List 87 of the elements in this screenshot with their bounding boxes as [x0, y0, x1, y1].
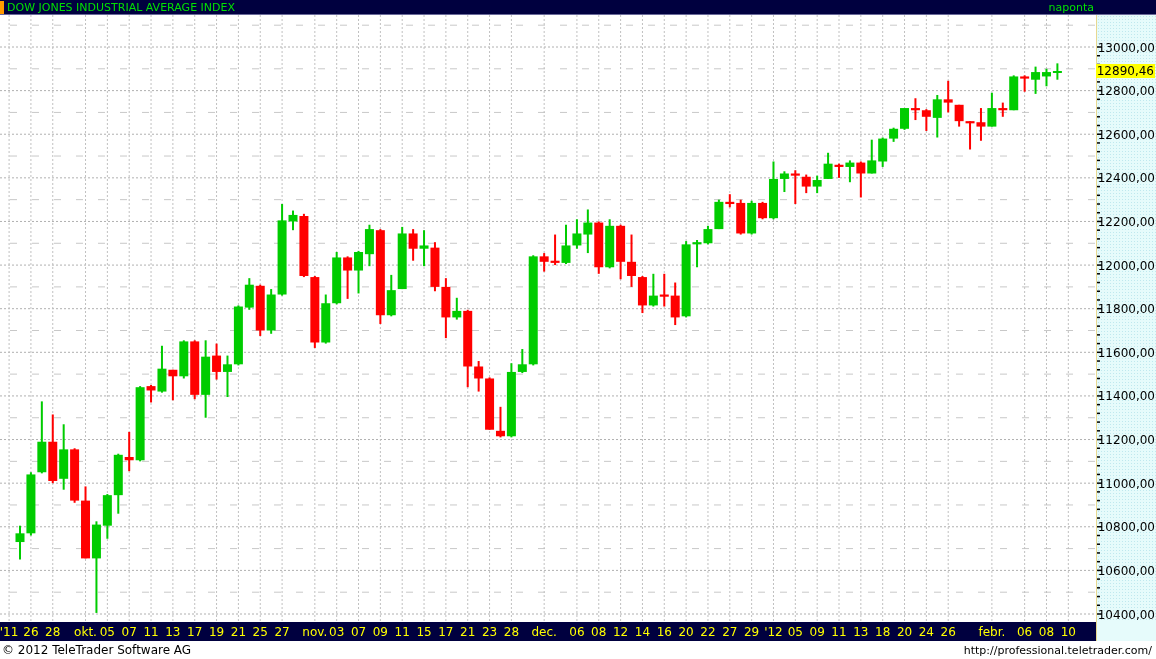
price-label: 11800,00 [1097, 302, 1155, 317]
price-label: 11000,00 [1097, 476, 1155, 491]
date-label: 26 [23, 625, 39, 639]
date-label: 23 [481, 625, 498, 639]
date-label: 24 [918, 625, 934, 639]
price-label: 10400,00 [1097, 607, 1155, 622]
date-label: 11 [143, 625, 159, 639]
date-label: 03 [329, 625, 345, 639]
candlestick [637, 276, 647, 314]
price-label: 13000,00 [1097, 40, 1155, 55]
candlestick [1052, 63, 1062, 80]
date-label: 12 [612, 625, 629, 639]
date-label: 14 [634, 625, 651, 639]
date-label: 20 [678, 625, 694, 639]
candlestick [48, 414, 58, 484]
date-label: 11 [831, 625, 847, 639]
date-label: 13 [165, 625, 181, 639]
date-label: 05 [99, 625, 115, 639]
period-label: naponta [1048, 0, 1094, 14]
chart-title: DOW JONES INDUSTRIAL AVERAGE INDEX [7, 0, 236, 14]
date-label: 06 [569, 625, 585, 639]
date-label: 17 [438, 625, 454, 639]
candlestick [616, 224, 626, 280]
candlestick [867, 139, 877, 174]
date-label: 08 [591, 625, 607, 639]
price-label: 11400,00 [1097, 389, 1155, 404]
date-label: 05 [787, 625, 803, 639]
price-label: 12600,00 [1097, 127, 1155, 142]
date-label: 26 [940, 625, 956, 639]
price-label: 12000,00 [1097, 258, 1155, 273]
date-label: 10 [1060, 625, 1076, 639]
date-label: 29 [744, 625, 760, 639]
date-label: 08 [1038, 625, 1055, 639]
date-label: 07 [350, 625, 367, 639]
date-label: 09 [809, 625, 825, 639]
date-label: 13 [853, 625, 869, 639]
date-label: 16 [656, 625, 672, 639]
date-label: 15 [416, 625, 432, 639]
copyright-text: © 2012 TeleTrader Software AG [2, 643, 192, 657]
date-label: 21 [230, 625, 247, 639]
date-label: 22 [700, 625, 716, 639]
header-marker-icon [0, 0, 4, 14]
price-label: 12400,00 [1097, 171, 1155, 186]
date-label: 28 [45, 625, 61, 639]
candlestick [659, 273, 669, 307]
candlestick [419, 230, 429, 267]
date-label: 27 [722, 625, 738, 639]
date-label: okt. [74, 625, 97, 639]
candlestick [59, 424, 69, 490]
date-label: '11 [0, 625, 19, 639]
candlestick [343, 256, 353, 299]
price-label: 11200,00 [1097, 433, 1155, 448]
website-url: http://professional.teletrader.com/ [963, 643, 1152, 657]
date-label: 11 [394, 625, 410, 639]
date-label: 07 [121, 625, 137, 639]
date-label: 25 [252, 625, 268, 639]
date-label: nov. [302, 625, 328, 639]
candlestick [965, 121, 975, 150]
price-label: 10800,00 [1097, 520, 1155, 535]
candlestick [70, 448, 80, 503]
date-label: 19 [208, 625, 225, 639]
date-label: 20 [896, 625, 913, 639]
candlestick [812, 175, 822, 194]
candlestick [332, 252, 342, 305]
candlestick [561, 224, 571, 264]
candlestick [354, 250, 363, 294]
candlestick [910, 98, 920, 121]
date-label: 18 [875, 625, 891, 639]
date-label: dec. [531, 625, 557, 639]
date-label: 17 [187, 625, 203, 639]
price-label: 10600,00 [1097, 563, 1155, 578]
candlestick [594, 221, 604, 274]
date-label: 06 [1017, 625, 1033, 639]
candlestick [605, 219, 615, 269]
date-label: 21 [460, 625, 476, 639]
date-label: 28 [503, 625, 520, 639]
candlestick [976, 108, 986, 141]
price-label: 12200,00 [1097, 214, 1155, 229]
price-label: 12800,00 [1097, 84, 1155, 99]
date-label: 27 [274, 625, 290, 639]
date-label: 09 [372, 625, 388, 639]
date-label: '12 [764, 625, 783, 639]
date-label: febr. [978, 625, 1006, 639]
candlestick [430, 242, 440, 292]
price-label: 11600,00 [1097, 345, 1155, 360]
candlestick [627, 234, 636, 287]
candlestick [648, 273, 658, 307]
